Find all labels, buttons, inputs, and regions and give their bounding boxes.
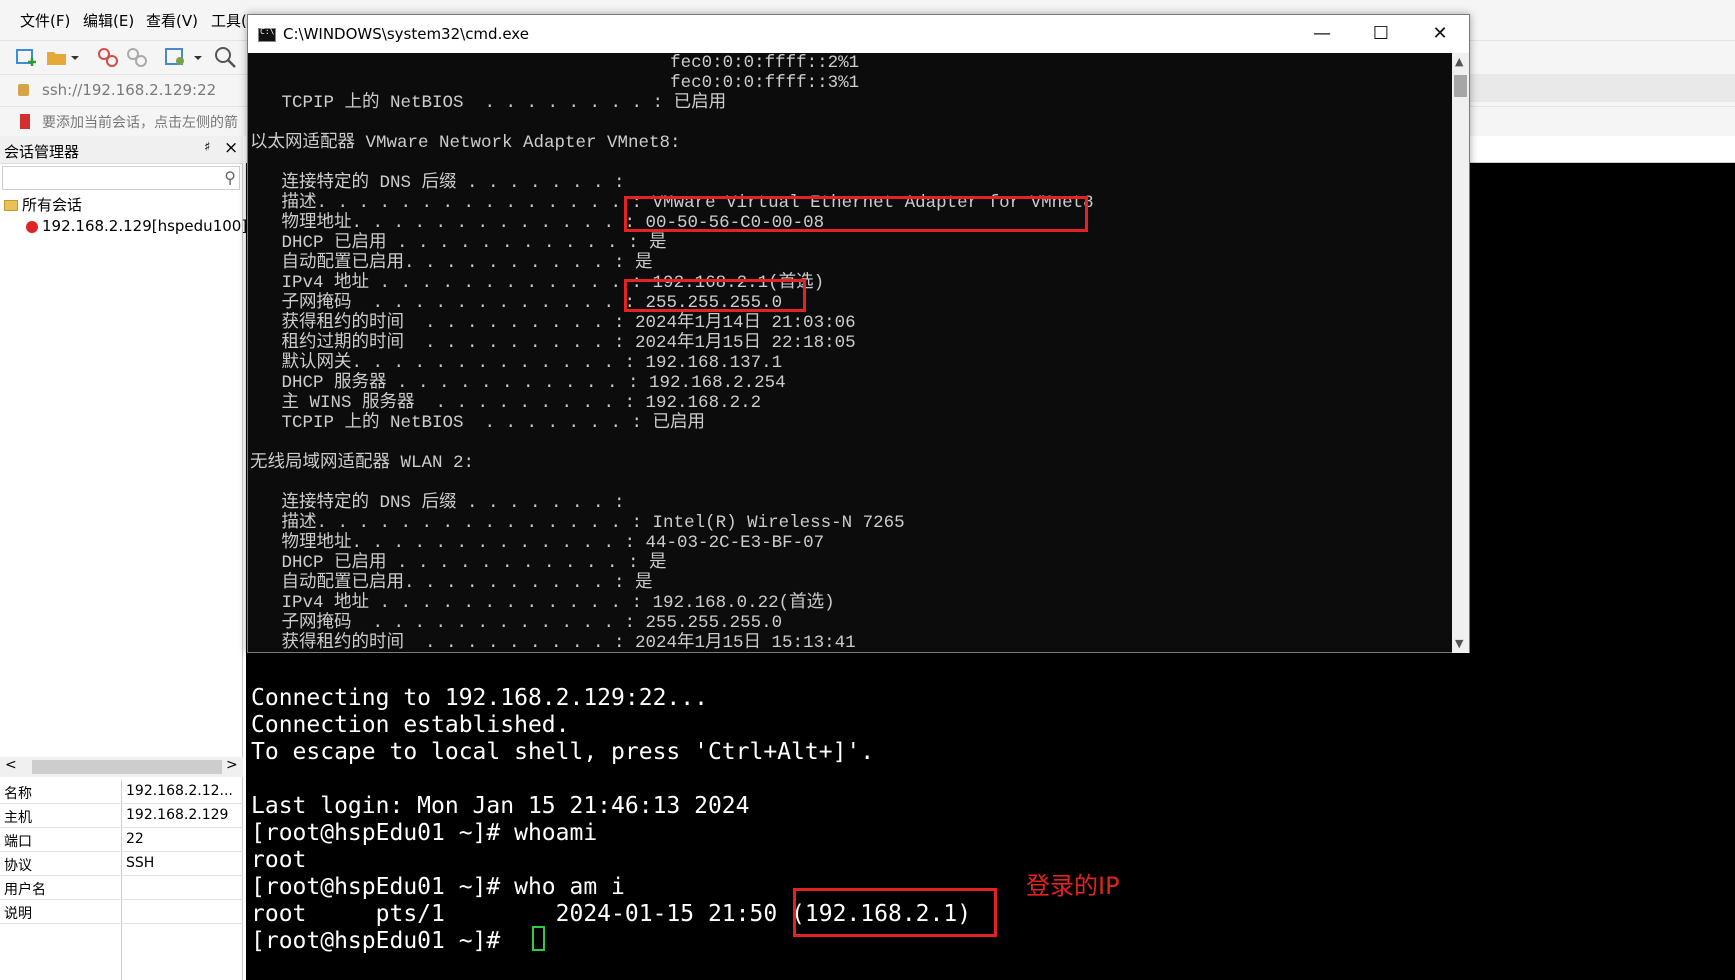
- cmd-line: 获得租约的时间 . . . . . . . . . : 2024年1月14日 2…: [250, 313, 856, 333]
- cmd-app-icon: [258, 27, 276, 42]
- cmd-line: 以太网适配器 VMware Network Adapter VMnet8:: [250, 133, 681, 153]
- bookmark-icon: [20, 114, 30, 129]
- terminal-line: To escape to local shell, press 'Ctrl+Al…: [251, 739, 875, 765]
- cmd-line: 租约过期的时间 . . . . . . . . . : 2024年1月15日 2…: [250, 333, 856, 353]
- cmd-line: 子网掩码 . . . . . . . . . . . . : 255.255.2…: [250, 613, 783, 633]
- scroll-thumb[interactable]: [32, 760, 222, 774]
- terminal-line: Connection established.: [251, 712, 570, 738]
- minimize-button[interactable]: —: [1293, 15, 1351, 53]
- cmd-line: 物理地址. . . . . . . . . . . . . : 44-03-2C…: [250, 533, 825, 553]
- menu-edit[interactable]: 编辑(E): [83, 10, 134, 31]
- terminal-line: [root@hspEdu01 ~]# whoami: [251, 820, 598, 846]
- menu-file[interactable]: 文件(F): [20, 10, 70, 31]
- tree-session-item[interactable]: 192.168.2.129[hspedu100]: [26, 217, 247, 235]
- terminal-line: root: [251, 847, 307, 873]
- cmd-line: fec0:0:0:ffff::3%1: [250, 73, 860, 93]
- disconnect-icon[interactable]: [125, 46, 149, 68]
- scroll-left-icon[interactable]: <: [5, 757, 17, 773]
- cmd-line: 获得租约的时间 . . . . . . . . . : 2024年1月15日 1…: [250, 633, 856, 653]
- close-icon[interactable]: ×: [224, 138, 238, 158]
- scroll-down-icon[interactable]: ▼: [1455, 637, 1463, 650]
- scroll-up-icon[interactable]: ▲: [1455, 55, 1463, 68]
- tree-root-label: 所有会话: [22, 196, 83, 214]
- pin-icon[interactable]: ♯: [204, 140, 210, 155]
- property-row: 用户名: [0, 876, 243, 900]
- settings-icon[interactable]: [164, 46, 202, 68]
- terminal-line: [root@hspEdu01 ~]# who am i: [251, 874, 625, 900]
- cmd-line: TCPIP 上的 NetBIOS . . . . . . . : 已启用: [250, 413, 706, 433]
- cmd-line: fec0:0:0:ffff::2%1: [250, 53, 860, 73]
- terminal-line: Last login: Mon Jan 15 21:46:13 2024: [251, 793, 750, 819]
- close-button[interactable]: ✕: [1411, 15, 1469, 53]
- cmd-line: 自动配置已启用. . . . . . . . . . : 是: [250, 573, 653, 593]
- tree-all-sessions[interactable]: 所有会话: [4, 194, 82, 215]
- cmd-line: 主 WINS 服务器 . . . . . . . . . : 192.168.2…: [250, 393, 762, 413]
- property-row: 端口 22: [0, 828, 243, 852]
- property-row: 主机 192.168.2.129: [0, 804, 243, 828]
- session-manager-title: 会话管理器: [4, 143, 80, 161]
- highlight-box-login-ip: [793, 888, 997, 937]
- folder-icon: [4, 200, 18, 211]
- cmd-vertical-scrollbar[interactable]: ▲ ▼: [1452, 53, 1469, 653]
- session-properties: 名称 192.168.2.12... 主机 192.168.2.129 端口 22 协…: [0, 780, 243, 980]
- menu-tools[interactable]: 工具(: [211, 10, 247, 31]
- tree-session-label: 192.168.2.129[hspedu100]: [42, 217, 248, 235]
- cmd-line: DHCP 已启用 . . . . . . . . . . . : 是: [250, 233, 667, 253]
- cmd-line: 自动配置已启用. . . . . . . . . . : 是: [250, 253, 653, 273]
- cmd-line: 默认网关. . . . . . . . . . . . . : 192.168.…: [250, 353, 783, 373]
- connect-icon[interactable]: [96, 46, 120, 68]
- cmd-line: 连接特定的 DNS 后缀 . . . . . . . :: [250, 493, 625, 513]
- session-manager-header: 会话管理器 ♯ ×: [0, 136, 243, 164]
- session-manager: 会话管理器 ♯ × ⚲ 所有会话 192.168.2.129[hspedu100…: [0, 136, 247, 980]
- cmd-line: IPv4 地址 . . . . . . . . . . . . : 192.16…: [250, 593, 835, 613]
- property-row: 说明: [0, 900, 243, 924]
- cmd-line: 连接特定的 DNS 后缀 . . . . . . . :: [250, 173, 625, 193]
- cmd-window[interactable]: C:\WINDOWS\system32\cmd.exe — ☐ ✕ fec0:0…: [247, 14, 1470, 653]
- menu-view[interactable]: 查看(V): [146, 10, 198, 31]
- scroll-thumb[interactable]: [1454, 75, 1467, 97]
- terminal-line: Connecting to 192.168.2.129:22...: [251, 685, 708, 711]
- lock-icon: [18, 84, 29, 96]
- cmd-line: TCPIP 上的 NetBIOS . . . . . . . . : 已启用: [250, 93, 727, 113]
- session-icon: [26, 220, 38, 233]
- cmd-output: fec0:0:0:ffff::2%1 fec0:0:0:ffff::3%1 TC…: [248, 53, 1452, 653]
- terminal-top-area: [1470, 136, 1735, 163]
- terminal-cursor: [532, 926, 545, 951]
- cmd-line: DHCP 服务器 . . . . . . . . . . . : 192.168…: [250, 373, 786, 393]
- highlight-box-ipv4: [624, 279, 806, 312]
- annotation-login-ip: 登录的IP: [1026, 872, 1120, 900]
- cmd-line: 无线局域网适配器 WLAN 2:: [250, 453, 475, 473]
- tip-text: 要添加当前会话，点击左侧的箭: [42, 115, 238, 131]
- new-session-icon[interactable]: [15, 46, 39, 68]
- cmd-line: DHCP 已启用 . . . . . . . . . . . : 是: [250, 553, 667, 573]
- cmd-title: C:\WINDOWS\system32\cmd.exe: [283, 25, 529, 43]
- horizontal-scrollbar[interactable]: < >: [0, 757, 243, 777]
- open-folder-icon[interactable]: [45, 46, 79, 68]
- address-input[interactable]: ssh://192.168.2.129:22: [42, 81, 216, 99]
- cmd-line: 描述. . . . . . . . . . . . . . . : Intel(…: [250, 513, 905, 533]
- terminal-prompt: [root@hspEdu01 ~]#: [251, 928, 515, 954]
- scroll-right-icon[interactable]: >: [226, 757, 238, 773]
- maximize-button[interactable]: ☐: [1352, 15, 1410, 53]
- property-row: 名称 192.168.2.12...: [0, 780, 243, 804]
- search-icon[interactable]: ⚲: [224, 168, 236, 187]
- property-row: 协议 SSH: [0, 852, 243, 876]
- highlight-box-description: [624, 196, 1088, 232]
- search-icon[interactable]: [214, 46, 238, 68]
- session-search-input[interactable]: ⚲: [2, 166, 240, 190]
- cmd-title-bar[interactable]: C:\WINDOWS\system32\cmd.exe — ☐ ✕: [248, 15, 1469, 53]
- session-tab-strip: [1470, 74, 1735, 102]
